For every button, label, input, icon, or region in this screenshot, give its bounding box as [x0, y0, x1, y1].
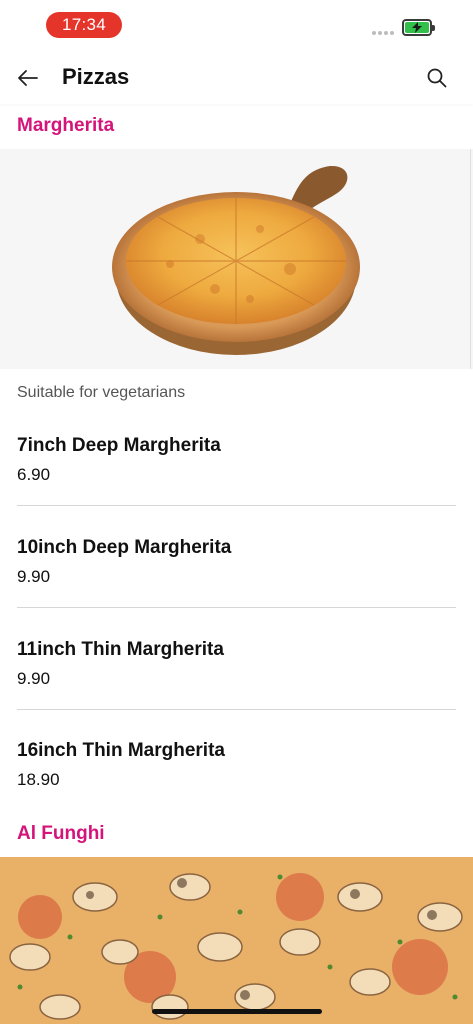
battery-charging-icon: [402, 19, 435, 36]
status-bar: 17:34: [0, 0, 473, 50]
item-name: 10inch Deep Margherita: [17, 537, 232, 558]
search-icon: [427, 68, 447, 88]
search-button[interactable]: [423, 64, 451, 92]
item-price: 6.90: [17, 465, 51, 484]
menu-item[interactable]: 11inch Thin Margherita 9.90: [17, 638, 456, 690]
menu-item[interactable]: 10inch Deep Margherita 9.90: [17, 536, 456, 588]
menu-item[interactable]: 7inch Deep Margherita 6.90: [17, 434, 456, 486]
item-name: 11inch Thin Margherita: [17, 639, 224, 660]
arrow-left-icon: [18, 70, 38, 86]
vegetarian-note: Suitable for vegetarians: [17, 384, 186, 401]
margherita-image[interactable]: [0, 149, 473, 369]
back-button[interactable]: [14, 64, 42, 92]
app-bar: Pizzas: [0, 52, 473, 104]
page-title: Pizzas: [62, 64, 130, 89]
item-price: 9.90: [17, 567, 51, 586]
home-indicator[interactable]: [152, 1009, 322, 1014]
divider: [17, 505, 456, 506]
item-name: 7inch Deep Margherita: [17, 435, 221, 456]
section-title-al-funghi: Al Funghi: [17, 823, 105, 844]
section-title-margherita: Margherita: [17, 115, 115, 136]
status-time: 17:34: [46, 12, 122, 38]
item-price: 18.90: [17, 770, 60, 789]
signal-icon: [372, 31, 394, 35]
al-funghi-image[interactable]: [0, 857, 473, 1024]
divider: [17, 607, 456, 608]
item-name: 16inch Thin Margherita: [17, 740, 225, 761]
divider: [17, 709, 456, 710]
item-price: 9.90: [17, 669, 51, 688]
menu-item[interactable]: 16inch Thin Margherita 18.90: [17, 739, 456, 791]
